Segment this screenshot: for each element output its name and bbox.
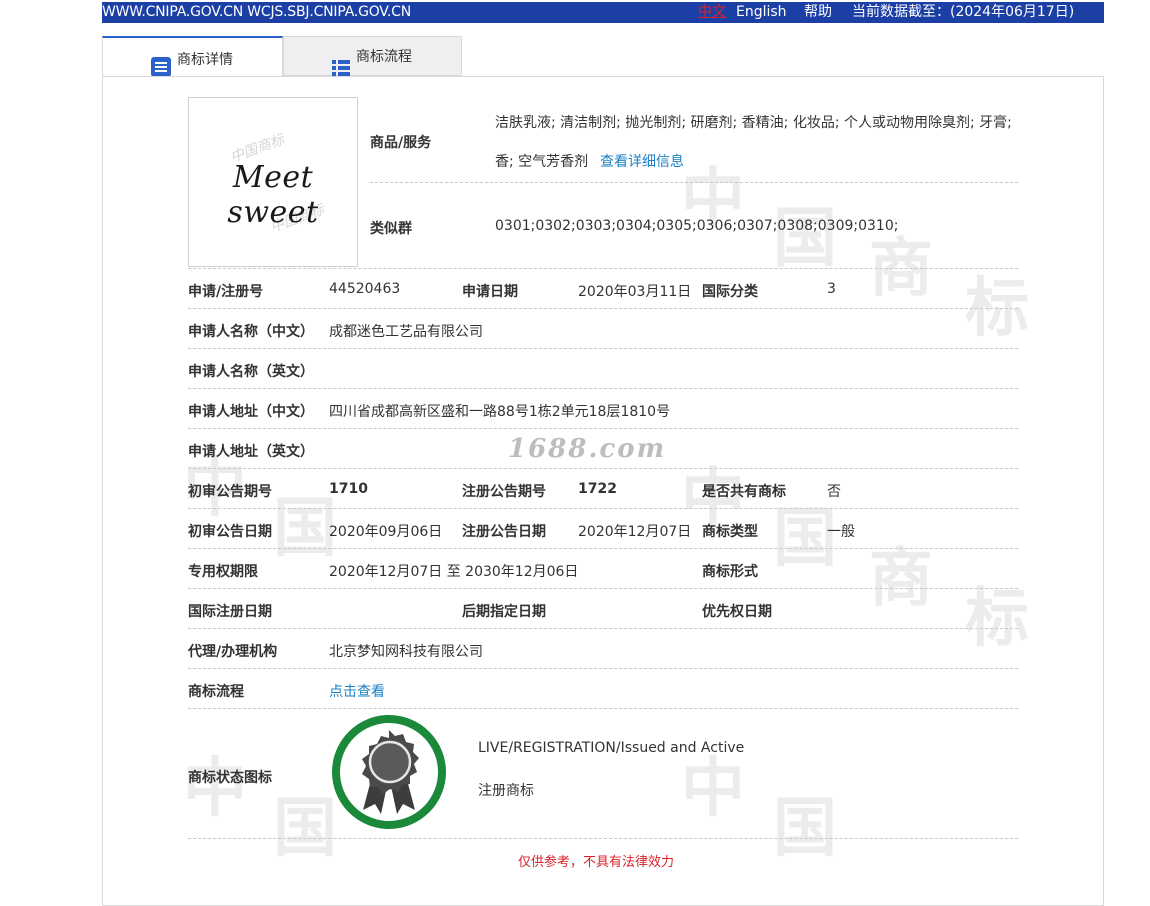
divider [188, 668, 1018, 669]
bg-watermark: 国 [273, 492, 337, 566]
status-text-cn: 注册商标 [478, 783, 534, 799]
tab-trademark-detail[interactable]: 商标详情 [102, 36, 283, 77]
applicant-cn-value: 成都迷色工艺品有限公司 [329, 324, 483, 340]
divider [188, 348, 1018, 349]
agent-value: 北京梦知网科技有限公司 [329, 644, 483, 660]
priority-date-label: 优先权日期 [702, 604, 772, 620]
divider [188, 428, 1018, 429]
applicant-cn-label: 申请人名称（中文） [188, 324, 314, 340]
divider [188, 388, 1018, 389]
intl-class-label: 国际分类 [702, 284, 758, 300]
divider [188, 588, 1018, 589]
reg-no-value: 44520463 [329, 281, 401, 297]
goods-line-2: 香; 空气芳香剂 [495, 154, 589, 170]
tab-flow-label: 商标流程 [356, 49, 412, 65]
divider [188, 628, 1018, 629]
divider [188, 508, 1018, 509]
address-cn-label: 申请人地址（中文） [188, 404, 314, 420]
tm-flow-link[interactable]: 点击查看 [329, 681, 385, 701]
trademark-image: 中国商标 中国商标 Meet sweet [188, 97, 358, 267]
address-en-label: 申请人地址（英文） [188, 444, 314, 460]
reg-pub-no-value: 1722 [578, 481, 617, 497]
tab-trademark-flow[interactable]: 商标流程 [283, 36, 462, 76]
lang-english-link[interactable]: English [736, 2, 787, 23]
bg-watermark: 国 [273, 792, 337, 866]
divider [188, 838, 1018, 839]
lang-chinese-link[interactable]: 中文 [698, 2, 726, 23]
prelim-date-label: 初审公告日期 [188, 524, 272, 540]
prelim-date-value: 2020年09月06日 [329, 524, 443, 540]
status-icon-label: 商标状态图标 [188, 770, 272, 786]
applicant-en-label: 申请人名称（英文） [188, 364, 314, 380]
status-text-en: LIVE/REGISTRATION/Issued and Active [478, 740, 745, 756]
divider [188, 548, 1018, 549]
prelim-no-value: 1710 [329, 481, 368, 497]
apply-date-label: 申请日期 [462, 284, 518, 300]
tm-type-label: 商标类型 [702, 524, 758, 540]
tm-form-label: 商标形式 [702, 564, 758, 580]
divider [188, 708, 1018, 709]
tab-bar: 商标详情 商标流程 [102, 36, 1104, 77]
divider [188, 268, 1018, 269]
data-date: 当前数据截至：(2024年06月17日) [852, 4, 1075, 20]
tm-flow-label: 商标流程 [188, 684, 244, 700]
bg-watermark: 商 [869, 542, 933, 616]
divider [188, 468, 1018, 469]
site-domains: WWW.CNIPA.GOV.CN WCJS.SBJ.CNIPA.GOV.CN [102, 4, 411, 20]
agent-label: 代理/办理机构 [188, 644, 278, 660]
award-badge-icon [331, 714, 447, 830]
disclaimer-text: 仅供参考，不具有法律效力 [518, 855, 675, 870]
reg-pub-date-label: 注册公告日期 [462, 524, 546, 540]
address-cn-value: 四川省成都高新区盛和一路88号1栋2单元18层1810号 [329, 404, 671, 420]
divider [370, 182, 1018, 183]
shared-label: 是否共有商标 [702, 484, 786, 500]
bg-watermark: 国 [773, 792, 837, 866]
divider [188, 308, 1018, 309]
apply-date-value: 2020年03月11日 [578, 284, 692, 300]
top-bar: WWW.CNIPA.GOV.CN WCJS.SBJ.CNIPA.GOV.CN 中… [102, 2, 1104, 23]
site-watermark: 1688.com [508, 434, 667, 464]
reg-pub-no-label: 注册公告期号 [462, 484, 546, 500]
intl-class-value: 3 [827, 281, 836, 297]
help-link[interactable]: 帮助 [804, 2, 832, 23]
trademark-logo-text: Meet sweet [227, 160, 319, 230]
goods-line-1: 洁肤乳液; 清洁制剂; 抛光制剂; 研磨剂; 香精油; 化妆品; 个人或动物用除… [495, 115, 1012, 131]
goods-label: 商品/服务 [370, 135, 432, 151]
bg-watermark: 标 [965, 272, 1029, 346]
reg-pub-date-value: 2020年12月07日 [578, 524, 692, 540]
prelim-no-label: 初审公告期号 [188, 484, 272, 500]
reg-no-label: 申请/注册号 [188, 284, 264, 300]
shared-value: 否 [827, 484, 841, 500]
later-designation-label: 后期指定日期 [462, 604, 546, 620]
goods-detail-link[interactable]: 查看详细信息 [600, 151, 684, 171]
similar-group-value: 0301;0302;0303;0304;0305;0306;0307;0308;… [495, 218, 899, 234]
exclusive-term-value: 2020年12月07日 至 2030年12月06日 [329, 564, 579, 580]
exclusive-term-label: 专用权期限 [188, 564, 258, 580]
similar-group-label: 类似群 [370, 221, 412, 237]
tm-type-value: 一般 [827, 524, 855, 540]
intl-reg-date-label: 国际注册日期 [188, 604, 272, 620]
bg-watermark: 标 [965, 582, 1029, 656]
